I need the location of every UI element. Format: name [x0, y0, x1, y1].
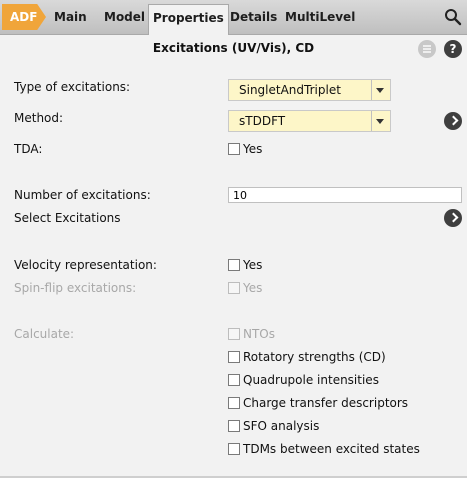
tda-label: TDA:: [14, 142, 43, 156]
number-of-excitations-label: Number of excitations:: [14, 188, 151, 202]
type-of-excitations-label: Type of excitations:: [14, 80, 131, 94]
ntos-checkbox: [228, 328, 240, 340]
velocity-representation-label: Velocity representation:: [14, 258, 157, 272]
top-tab-bar: ADF Main Model Properties Details MultiL…: [0, 0, 467, 35]
select-excitations-label: Select Excitations: [14, 211, 121, 225]
select-separator: [371, 80, 372, 100]
spin-flip-checkbox: [228, 282, 240, 294]
tab-main[interactable]: Main: [54, 4, 87, 30]
help-button[interactable]: ?: [444, 40, 462, 58]
charge-transfer-descriptors-checkbox[interactable]: [228, 397, 240, 409]
velocity-representation-checkbox[interactable]: [228, 259, 240, 271]
method-select[interactable]: sTDDFT: [228, 110, 391, 132]
calculate-label: Calculate:: [14, 327, 75, 341]
spin-flip-checkbox-label: Yes: [243, 281, 263, 295]
quadrupole-intensities-label: Quadrupole intensities: [243, 373, 379, 387]
sfo-analysis-checkbox[interactable]: [228, 420, 240, 432]
rotatory-strengths-checkbox[interactable]: [228, 351, 240, 363]
method-value: sTDDFT: [239, 114, 286, 128]
ntos-label: NTOs: [243, 327, 276, 341]
sfo-analysis-label: SFO analysis: [243, 419, 320, 433]
tab-multilevel[interactable]: MultiLevel: [285, 4, 355, 30]
menu-button[interactable]: [418, 40, 436, 58]
tab-model[interactable]: Model: [104, 4, 145, 30]
menu-icon: [423, 45, 431, 53]
spin-flip-label: Spin-flip excitations:: [14, 281, 137, 295]
tdms-between-excited-states-checkbox[interactable]: [228, 443, 240, 455]
select-excitations-arrow-icon[interactable]: [444, 209, 462, 227]
number-of-excitations-input[interactable]: [228, 187, 462, 203]
chevron-down-icon: [376, 119, 384, 124]
type-of-excitations-value: SingletAndTriplet: [239, 83, 341, 97]
tda-checkbox[interactable]: [228, 143, 240, 155]
search-icon[interactable]: [444, 8, 462, 26]
method-details-arrow-icon[interactable]: [444, 112, 462, 130]
charge-transfer-descriptors-label: Charge transfer descriptors: [243, 396, 409, 410]
select-separator: [371, 111, 372, 131]
method-label: Method:: [14, 111, 64, 125]
tab-properties[interactable]: Properties: [148, 4, 229, 35]
page-title: Excitations (UV/Vis), CD: [152, 41, 315, 55]
rotatory-strengths-label: Rotatory strengths (CD): [243, 350, 386, 364]
quadrupole-intensities-checkbox[interactable]: [228, 374, 240, 386]
tab-adf[interactable]: ADF: [2, 4, 46, 30]
tda-checkbox-label: Yes: [243, 142, 263, 156]
tab-details[interactable]: Details: [230, 4, 277, 30]
tdms-between-excited-states-label: TDMs between excited states: [243, 442, 420, 456]
velocity-representation-checkbox-label: Yes: [243, 258, 263, 272]
chevron-down-icon: [376, 88, 384, 93]
type-of-excitations-select[interactable]: SingletAndTriplet: [228, 79, 391, 101]
